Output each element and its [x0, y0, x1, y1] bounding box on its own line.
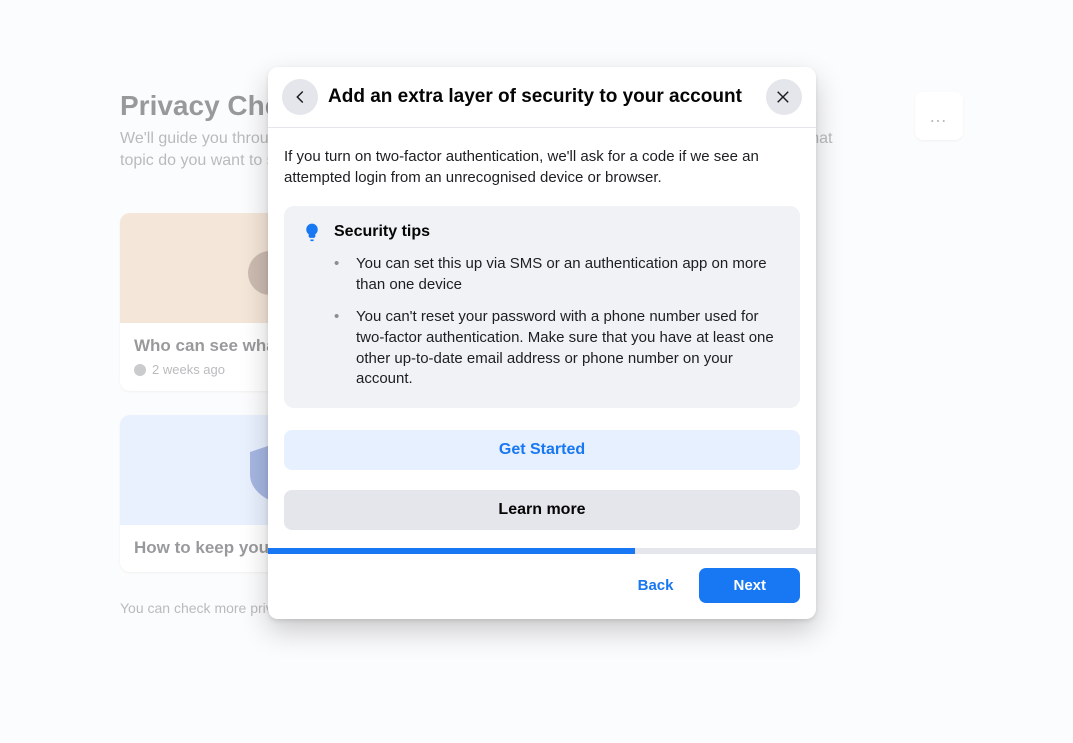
arrow-left-icon: [291, 88, 309, 106]
security-tips-box: Security tips You can set this up via SM…: [284, 206, 800, 408]
lightbulb-icon: [302, 222, 322, 242]
get-started-button[interactable]: Get Started: [284, 430, 800, 470]
modal-title: Add an extra layer of security to your a…: [328, 86, 756, 108]
security-tip-item: You can set this up via SMS or an authen…: [334, 254, 782, 295]
close-icon: [775, 88, 793, 106]
modal-footer: Back Next: [268, 554, 816, 619]
two-factor-modal: Add an extra layer of security to your a…: [268, 67, 816, 619]
modal-header: Add an extra layer of security to your a…: [268, 67, 816, 128]
security-tips-title: Security tips: [334, 223, 430, 241]
security-tip-item: You can't reset your password with a pho…: [334, 307, 782, 390]
close-icon-button[interactable]: [766, 79, 802, 115]
learn-more-button[interactable]: Learn more: [284, 490, 800, 530]
modal-intro-text: If you turn on two-factor authentication…: [284, 146, 800, 188]
back-icon-button[interactable]: [282, 79, 318, 115]
back-button[interactable]: Back: [626, 569, 686, 602]
next-button[interactable]: Next: [699, 568, 800, 603]
